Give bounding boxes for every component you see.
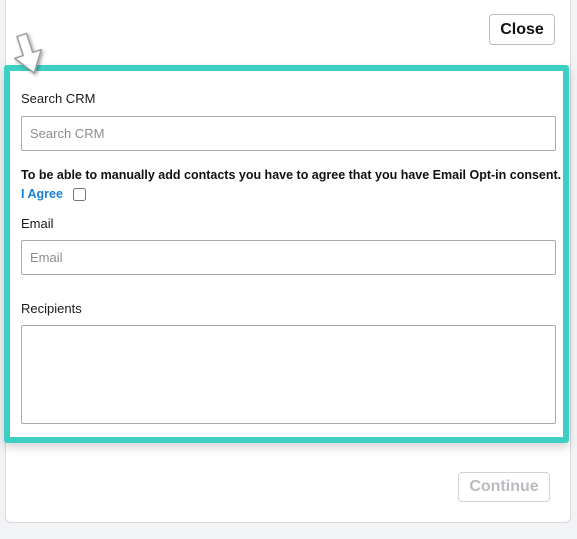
i-agree-checkbox[interactable] — [72, 187, 86, 201]
page: Close Search CRM To be able to manually … — [0, 0, 577, 539]
email-label: Email — [21, 216, 54, 231]
search-crm-label: Search CRM — [21, 91, 96, 106]
recipients-textarea[interactable] — [21, 325, 556, 424]
email-input[interactable] — [21, 240, 556, 275]
i-agree-label[interactable]: I Agree — [21, 187, 63, 201]
recipients-label: Recipients — [21, 301, 82, 316]
close-button[interactable]: Close — [489, 14, 555, 45]
down-arrow-pointer-icon — [13, 32, 43, 74]
agree-row: I Agree — [21, 185, 86, 203]
continue-button[interactable]: Continue — [458, 472, 550, 502]
search-crm-input[interactable] — [21, 116, 556, 151]
consent-notice: To be able to manually add contacts you … — [21, 168, 562, 182]
